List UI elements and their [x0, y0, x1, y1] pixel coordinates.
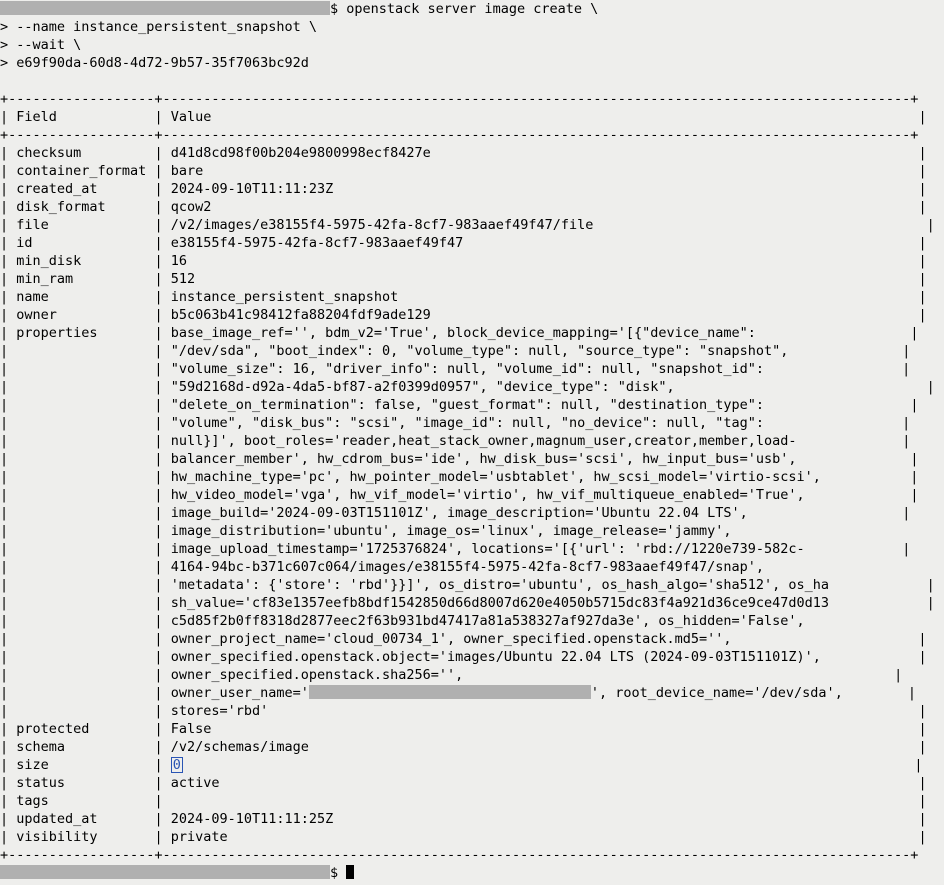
table-border-mid: +------------------+--------------------…	[0, 127, 918, 143]
field-name: name	[16, 289, 146, 305]
value-properties-12: image_upload_timestamp='1725376824', loc…	[171, 541, 805, 557]
value-protected: False	[171, 721, 212, 737]
value-properties-4: "delete_on_termination": false, "guest_f…	[171, 397, 764, 413]
value-properties-14: 'metadata': {'store': 'rbd'}}]', os_dist…	[171, 577, 829, 593]
value-properties-5: "volume", "disk_bus": "scsi", "image_id"…	[171, 415, 764, 431]
value-properties-owner-user-suffix: ', root_device_name='/dev/sda',	[591, 685, 843, 701]
value-created-at: 2024-09-10T11:11:23Z	[171, 181, 334, 197]
value-updated-at: 2024-09-10T11:11:25Z	[171, 811, 334, 827]
value-properties-7: balancer_member', hw_cdrom_bus='ide', hw…	[171, 451, 797, 467]
value-properties-17: owner_project_name='cloud_00734_1', owne…	[171, 631, 732, 647]
value-properties-last: stores='rbd'	[171, 703, 269, 719]
field-status: status	[16, 775, 146, 791]
value-checksum: d41d8cd98f00b204e9800998ecf8427e	[171, 145, 431, 161]
value-properties-3: "59d2168d-d92a-4da5-bf87-a2f0399d0957", …	[171, 379, 675, 395]
value-properties-2: "volume_size": 16, "driver_info": null, …	[171, 361, 764, 377]
value-properties-owner-user-prefix: owner_user_name='	[171, 685, 309, 701]
value-min-disk: 16	[171, 253, 187, 269]
value-properties-9: hw_video_model='vga', hw_vif_model='virt…	[171, 487, 805, 503]
field-protected: protected	[16, 721, 146, 737]
cmd-line-2: > --name instance_persistent_snapshot \	[0, 19, 317, 35]
value-properties-15: sh_value='cf83e1357eefb8bdf1542850d66d80…	[171, 595, 829, 611]
field-container-format: container_format	[16, 163, 146, 179]
field-min-disk: min_disk	[16, 253, 146, 269]
field-properties: properties	[16, 325, 146, 341]
value-owner: b5c063b41c98412fa88204fdf9ade129	[171, 307, 431, 323]
value-container-format: bare	[171, 163, 204, 179]
value-id: e38155f4-5975-42fa-8cf7-983aaef49f47	[171, 235, 464, 251]
value-properties-18: owner_specified.openstack.object='images…	[171, 649, 821, 665]
terminal-cursor[interactable]	[346, 865, 354, 879]
field-size: size	[16, 757, 146, 773]
redacted-hostname-2	[0, 865, 330, 879]
value-min-ram: 512	[171, 271, 195, 287]
field-id: id	[16, 235, 146, 251]
value-file: /v2/images/e38155f4-5975-42fa-8cf7-983aa…	[171, 217, 594, 233]
cmd-line-3: > --wait \	[0, 37, 81, 53]
value-disk-format: qcow2	[171, 199, 212, 215]
prompt-suffix-2: $	[330, 865, 346, 881]
value-properties-0: base_image_ref='', bdm_v2='True', block_…	[171, 325, 756, 341]
cmd-line-1: openstack server image create \	[346, 1, 598, 17]
field-min-ram: min_ram	[16, 271, 146, 287]
cmd-line-4: > e69f90da-60d8-4d72-9b57-35f7063bc92d	[0, 55, 309, 71]
value-properties-19: owner_specified.openstack.sha256='',	[171, 667, 464, 683]
field-checksum: checksum	[16, 145, 146, 161]
value-properties-11: image_distribution='ubuntu', image_os='l…	[171, 523, 732, 539]
value-properties-1: "/dev/sda", "boot_index": 0, "volume_typ…	[171, 343, 789, 359]
field-file: file	[16, 217, 146, 233]
value-properties-8: hw_machine_type='pc', hw_pointer_model='…	[171, 469, 821, 485]
value-schema: /v2/schemas/image	[171, 739, 309, 755]
field-schema: schema	[16, 739, 146, 755]
field-disk-format: disk_format	[16, 199, 146, 215]
field-visibility: visibility	[16, 829, 146, 845]
redacted-hostname	[0, 1, 330, 15]
value-properties-6: null}]', boot_roles='reader,heat_stack_o…	[171, 433, 797, 449]
header-field: Field	[16, 109, 146, 125]
field-owner: owner	[16, 307, 146, 323]
value-size: 0	[171, 757, 183, 773]
value-visibility: private	[171, 829, 228, 845]
prompt-suffix: $	[330, 1, 346, 17]
value-status: active	[171, 775, 220, 791]
table-border-bot: +------------------+--------------------…	[0, 847, 918, 863]
terminal-output: $ openstack server image create \ > --na…	[0, 0, 944, 882]
value-properties-16: c5d85f2b0ff8318d2877eec2f63b931bd47417a8…	[171, 613, 805, 629]
redacted-owner-user	[309, 685, 591, 699]
value-properties-10: image_build='2024-09-03T151101Z', image_…	[171, 505, 748, 521]
value-properties-13: 4164-94bc-b371c607c064/images/e38155f4-5…	[171, 559, 764, 575]
table-border-top: +------------------+--------------------…	[0, 91, 918, 107]
field-updated-at: updated_at	[16, 811, 146, 827]
field-tags: tags	[16, 793, 146, 809]
field-created-at: created_at	[16, 181, 146, 197]
value-name: instance_persistent_snapshot	[171, 289, 399, 305]
header-value: Value	[171, 109, 911, 125]
